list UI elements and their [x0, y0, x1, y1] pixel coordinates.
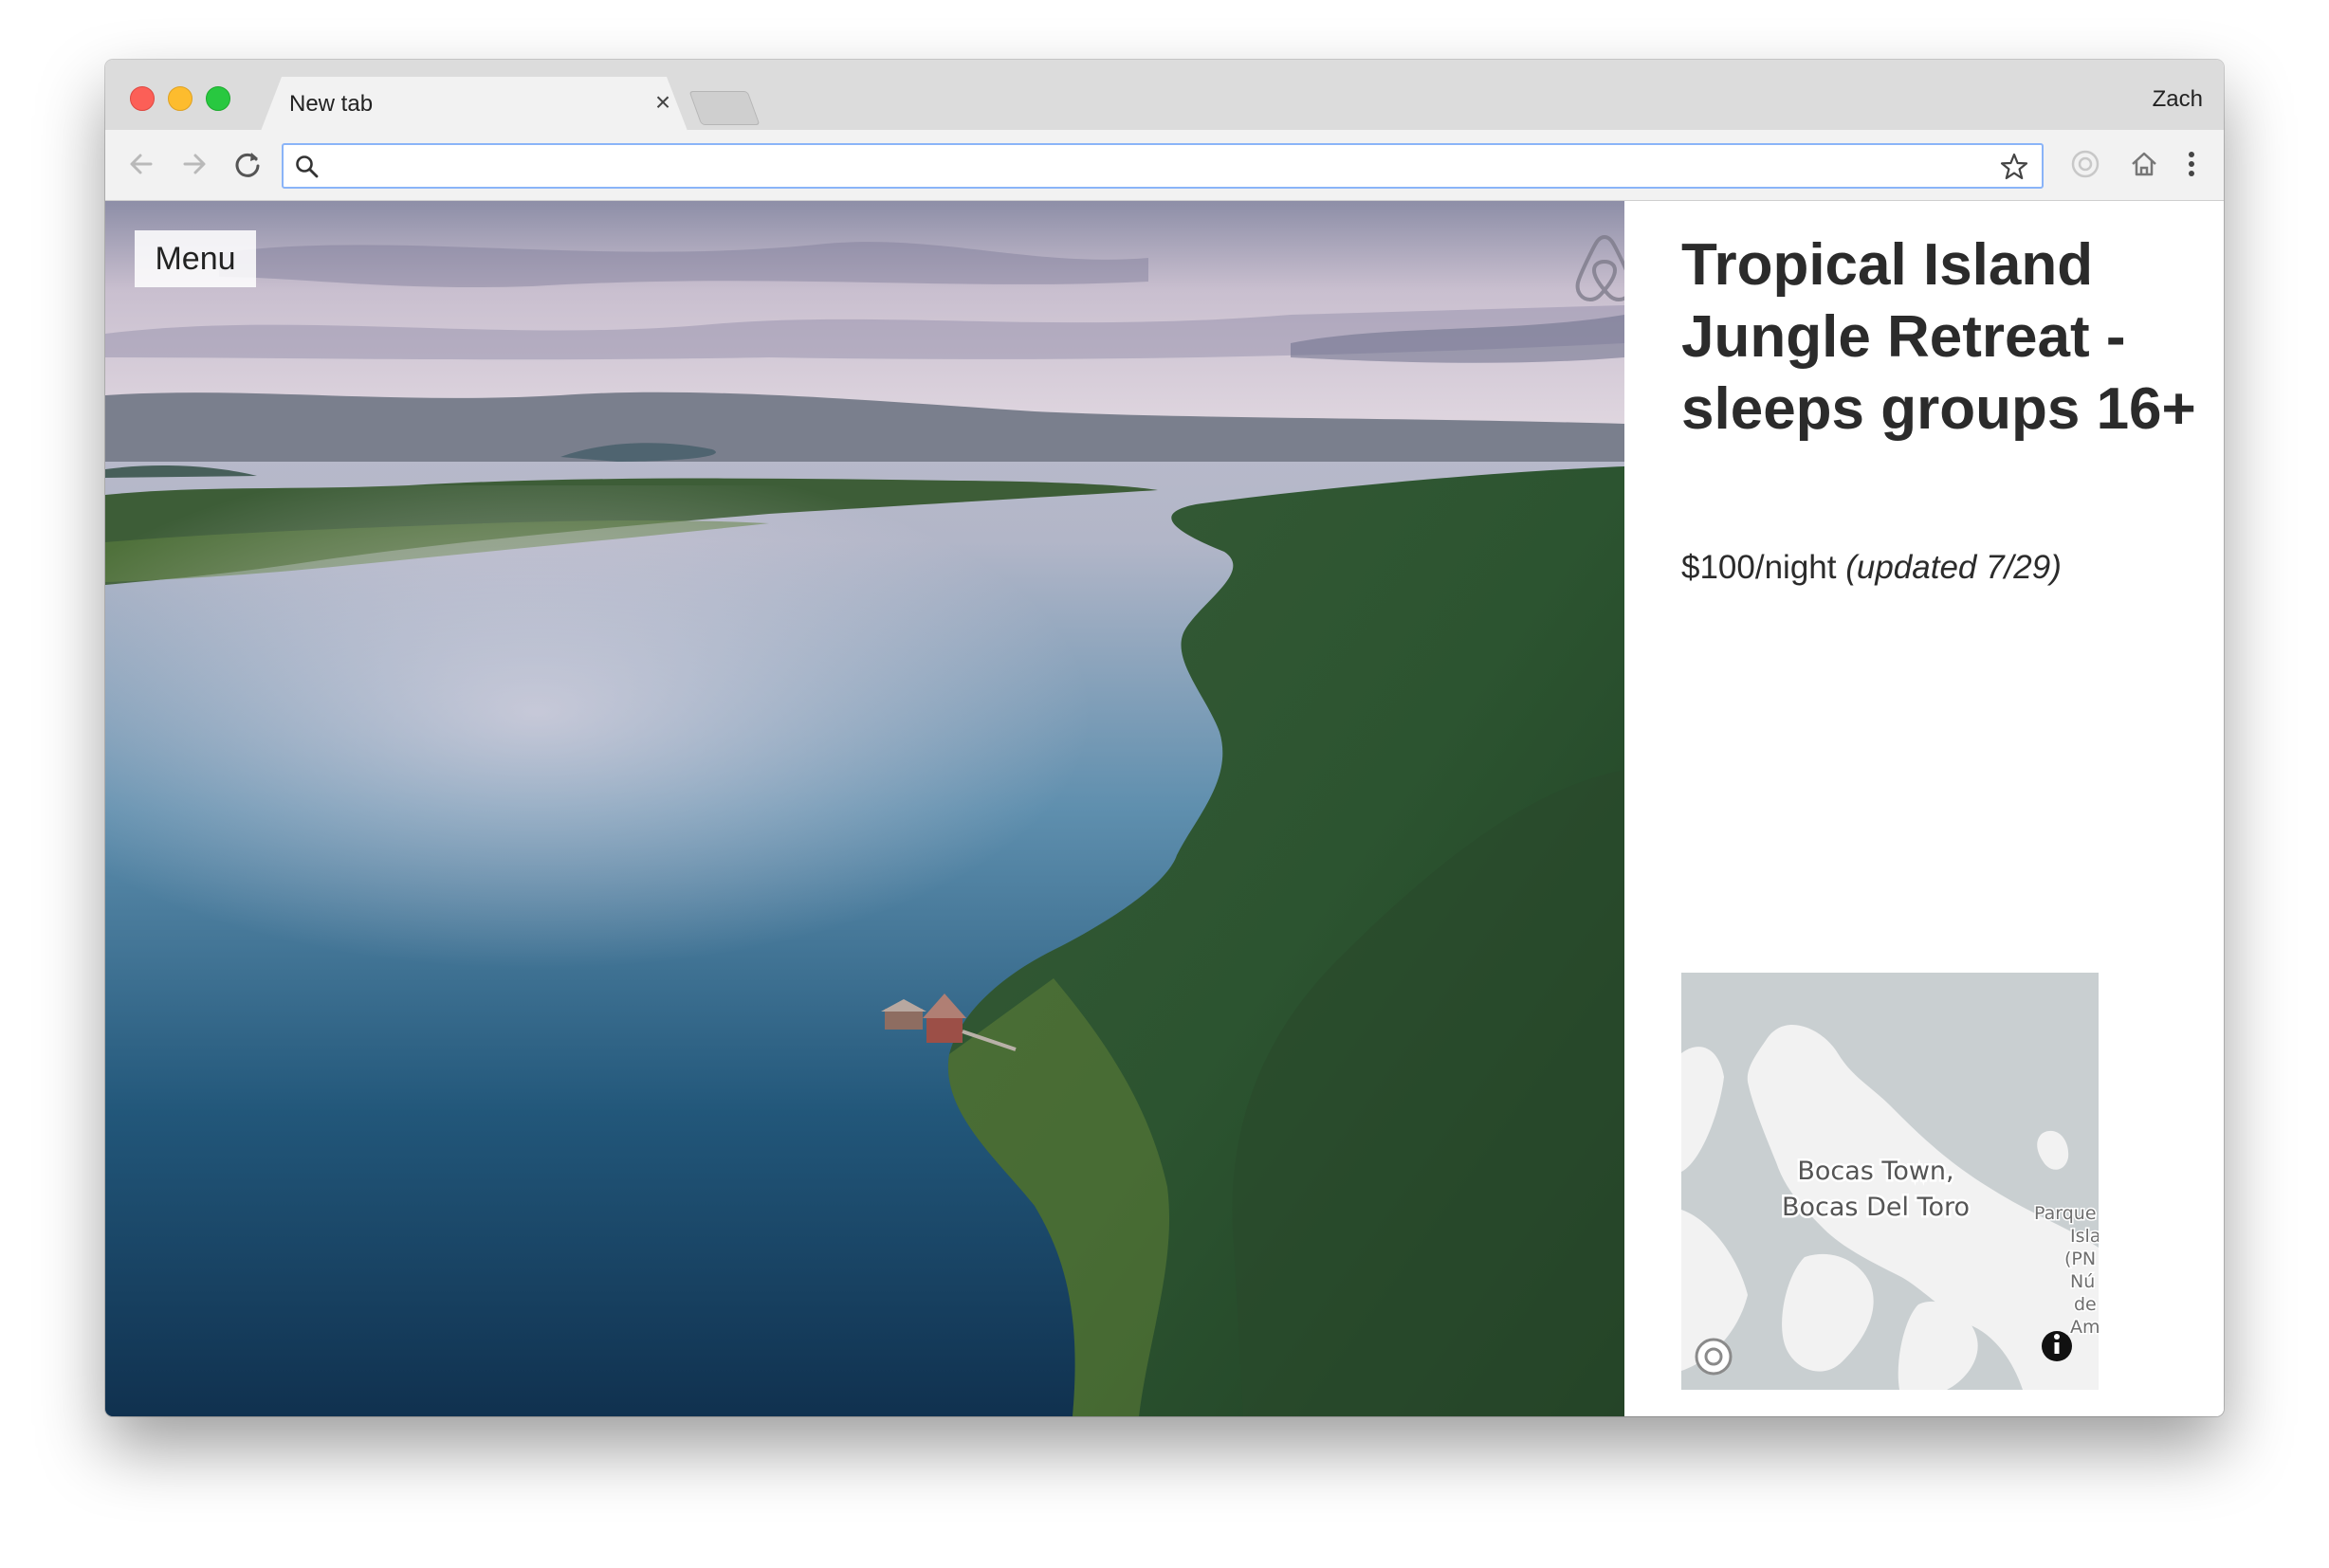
- address-input[interactable]: [331, 151, 1966, 183]
- price-text: $100/night: [1681, 549, 1837, 586]
- map-edge-label-5: Am: [2070, 1317, 2099, 1338]
- listing-panel: Tropical Island Jungle Retreat - sleeps …: [1624, 201, 2224, 1416]
- map-label-line2: Bocas Del Toro: [1782, 1193, 1970, 1222]
- tab-strip: New tab × Zach: [105, 60, 2224, 131]
- location-map[interactable]: Bocas Town, Bocas Del Toro Parque Isla (…: [1681, 973, 2099, 1390]
- window-close-button[interactable]: [130, 86, 155, 111]
- map-edge-label-3: Nú: [2070, 1271, 2095, 1292]
- tab-close-icon[interactable]: ×: [649, 88, 677, 117]
- forward-arrow-icon[interactable]: [175, 145, 213, 183]
- map-label-line1: Bocas Town,: [1797, 1157, 1953, 1186]
- new-tab-button[interactable]: [688, 91, 761, 125]
- bookmark-star-icon[interactable]: [1998, 151, 2030, 183]
- home-icon[interactable]: [2125, 145, 2163, 183]
- hero-photo: Menu: [105, 201, 1624, 1416]
- browser-toolbar: [105, 130, 2224, 201]
- map-edge-label-4: de: [2074, 1294, 2097, 1315]
- address-bar[interactable]: [282, 143, 2044, 189]
- tab-title: New tab: [289, 91, 374, 117]
- map-edge-label-2: (PN: [2064, 1249, 2096, 1269]
- browser-window: New tab × Zach Menu Tropical Island Jung…: [105, 60, 2224, 1416]
- price-line: $100/night (updated 7/29): [1681, 549, 2062, 587]
- more-menu-icon[interactable]: [2173, 145, 2210, 183]
- search-icon: [296, 155, 319, 178]
- profile-button[interactable]: Zach: [2153, 86, 2203, 113]
- page-content: Menu Tropical Island Jungle Retreat - sl…: [105, 201, 2224, 1416]
- airbnb-logo-icon: [1575, 234, 1624, 302]
- back-arrow-icon[interactable]: [122, 145, 160, 183]
- map-edge-label-0: Parque: [2034, 1203, 2097, 1224]
- map-provider-logo-icon[interactable]: [1695, 1338, 1733, 1376]
- map-canvas[interactable]: Bocas Town, Bocas Del Toro Parque Isla (…: [1681, 973, 2099, 1390]
- menu-button[interactable]: Menu: [135, 230, 256, 287]
- reload-icon[interactable]: [229, 145, 266, 183]
- map-edge-label-1: Isla: [2070, 1226, 2099, 1247]
- lagoon-aerial-photo: [105, 201, 1624, 1416]
- window-maximize-button[interactable]: [206, 86, 230, 111]
- extension-icon[interactable]: [2066, 145, 2104, 183]
- map-info-icon[interactable]: [2042, 1331, 2072, 1361]
- listing-title: Tropical Island Jungle Retreat - sleeps …: [1681, 232, 2196, 442]
- updated-text: (updated 7/29): [1845, 549, 2062, 586]
- window-minimize-button[interactable]: [168, 86, 193, 111]
